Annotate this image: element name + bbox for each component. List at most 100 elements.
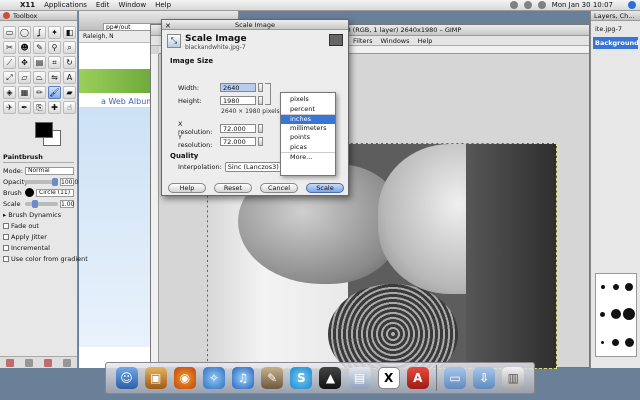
unit-option-picas[interactable]: picas [281, 143, 335, 153]
x11-icon[interactable]: X [377, 367, 400, 389]
opacity-slider-knob[interactable] [52, 177, 58, 186]
toolbox-close-icon[interactable] [3, 12, 10, 19]
brush-name[interactable]: Circle (11) [36, 188, 74, 197]
rotate-tool-icon[interactable]: ↻ [63, 56, 76, 69]
gradient-color-option[interactable]: Use color from gradient [3, 253, 88, 264]
dialog-titlebar[interactable]: ✕ Scale Image [162, 20, 348, 30]
finder-icon[interactable]: ☺ [115, 367, 138, 389]
scissors-tool-icon[interactable]: ✂ [3, 41, 16, 54]
paths-tool-icon[interactable]: ✎ [33, 41, 46, 54]
save-options-icon[interactable] [5, 358, 14, 367]
restore-options-icon[interactable] [24, 358, 33, 367]
align-tool-icon[interactable]: ▤ [33, 56, 46, 69]
brush-dynamics-expander[interactable]: ▸ Brush Dynamics [3, 209, 74, 220]
spotlight-search-icon[interactable] [628, 1, 636, 9]
height-input[interactable]: 1980 [220, 96, 256, 105]
layers-titlebar[interactable]: Layers, Ch... [591, 11, 640, 21]
reset-options-icon[interactable] [63, 358, 72, 367]
menu-windows[interactable]: Windows [380, 37, 409, 45]
menubar-clock[interactable]: Mon Jan 30 10:07 [552, 1, 613, 9]
acrobat-icon[interactable]: A [406, 367, 429, 389]
itunes-icon[interactable]: ♫ [232, 367, 255, 389]
zoom-tool-icon[interactable]: ⌕ [63, 41, 76, 54]
y-resolution-spinner[interactable] [258, 136, 263, 146]
firefox-icon[interactable]: ◉ [173, 367, 196, 389]
cancel-button[interactable]: Cancel [260, 183, 298, 193]
unit-option-pixels[interactable]: pixels [281, 95, 335, 105]
unit-option-millimeters[interactable]: millimeters [281, 124, 335, 134]
menu-app-x11[interactable]: X11 [20, 1, 35, 9]
y-resolution-input[interactable]: 72.000 [220, 136, 256, 146]
unit-option-percent[interactable]: percent [281, 105, 335, 115]
apply-jitter-checkbox[interactable] [3, 233, 9, 240]
text-tool-icon[interactable]: A [63, 71, 76, 84]
paintbrush-tool-icon[interactable]: 🖌 [48, 86, 61, 99]
measure-tool-icon[interactable]: ⟋ [3, 56, 16, 69]
scale-slider-knob[interactable] [31, 199, 38, 208]
free-select-tool-icon[interactable]: ʆ [33, 26, 46, 39]
width-input[interactable]: 2640 [220, 83, 256, 92]
safari-icon[interactable]: ✧ [202, 367, 225, 389]
menu-help-gimp[interactable]: Help [418, 37, 433, 45]
fuzzy-select-tool-icon[interactable]: ✦ [48, 26, 61, 39]
brush-swatch[interactable] [600, 311, 606, 317]
brush-swatch[interactable] [612, 283, 619, 290]
foreground-color-swatch[interactable] [35, 122, 53, 138]
wifi-icon[interactable] [509, 1, 518, 9]
rect-select-tool-icon[interactable]: ▭ [3, 26, 16, 39]
opacity-value[interactable]: 100.0 [60, 177, 78, 186]
flip-tool-icon[interactable]: ⇋ [48, 71, 61, 84]
blend-tool-icon[interactable]: ▦ [18, 86, 31, 99]
unit-option-inches[interactable]: inches [281, 114, 335, 124]
height-spinner[interactable] [258, 96, 263, 105]
apply-jitter-option[interactable]: Apply Jitter [3, 231, 74, 242]
x-resolution-input[interactable]: 72.000 [220, 123, 256, 133]
bookmark-item[interactable]: Raleigh, N [83, 33, 114, 40]
volume-icon[interactable] [523, 1, 532, 9]
menu-help[interactable]: Help [155, 1, 171, 9]
scale-value[interactable]: 1.00 [60, 199, 74, 208]
brush-swatch[interactable] [601, 341, 605, 345]
brush-swatch[interactable] [610, 309, 621, 320]
layer-row-background[interactable]: Background [593, 37, 638, 49]
dialog-close-icon[interactable]: ✕ [165, 21, 171, 31]
gradient-color-checkbox[interactable] [3, 255, 9, 262]
chain-link-icon[interactable] [265, 83, 271, 105]
mode-select[interactable]: Normal [25, 166, 74, 175]
skype-icon[interactable]: S [290, 367, 313, 389]
brush-swatch[interactable] [612, 339, 620, 347]
fade-out-checkbox[interactable] [3, 222, 9, 229]
scale-slider[interactable] [25, 199, 58, 208]
folder-icon[interactable]: ▭ [444, 367, 467, 389]
toolbox-titlebar[interactable]: Toolbox [0, 11, 77, 21]
preview-icon[interactable]: ▤ [348, 367, 371, 389]
menu-filters[interactable]: Filters [353, 37, 372, 45]
bucket-fill-tool-icon[interactable]: ◈ [3, 86, 16, 99]
scale-button[interactable]: Scale [306, 183, 344, 193]
ellipse-select-tool-icon[interactable]: ◯ [18, 26, 31, 39]
help-button[interactable]: Help [168, 183, 206, 193]
foreground-select-tool-icon[interactable]: ☻ [18, 41, 31, 54]
color-select-tool-icon[interactable]: ◧ [63, 26, 76, 39]
delete-options-icon[interactable] [44, 358, 53, 367]
gimp-icon[interactable]: ✎ [261, 367, 284, 389]
trash-icon[interactable]: ▥ [502, 367, 525, 389]
incremental-option[interactable]: Incremental [3, 242, 74, 253]
brush-swatch[interactable] [623, 308, 636, 321]
airbrush-tool-icon[interactable]: ✈ [3, 101, 16, 114]
crop-tool-icon[interactable]: ⌗ [48, 56, 61, 69]
eraser-tool-icon[interactable]: ▰ [63, 86, 76, 99]
brush-swatch[interactable] [624, 338, 634, 348]
fade-out-option[interactable]: Fade out [3, 220, 74, 231]
opacity-slider[interactable] [25, 177, 58, 186]
heal-tool-icon[interactable]: ✚ [48, 101, 61, 114]
menu-edit[interactable]: Edit [96, 1, 110, 9]
menu-applications[interactable]: Applications [44, 1, 87, 9]
battery-icon[interactable] [537, 1, 546, 9]
interpolation-select[interactable]: Sinc (Lanczos3) [224, 162, 287, 172]
ink-tool-icon[interactable]: ✒ [18, 101, 31, 114]
x-resolution-spinner[interactable] [258, 123, 263, 133]
color-picker-tool-icon[interactable]: ⚲ [48, 41, 61, 54]
inkscape-icon[interactable]: ▲ [319, 367, 342, 389]
shear-tool-icon[interactable]: ▱ [18, 71, 31, 84]
